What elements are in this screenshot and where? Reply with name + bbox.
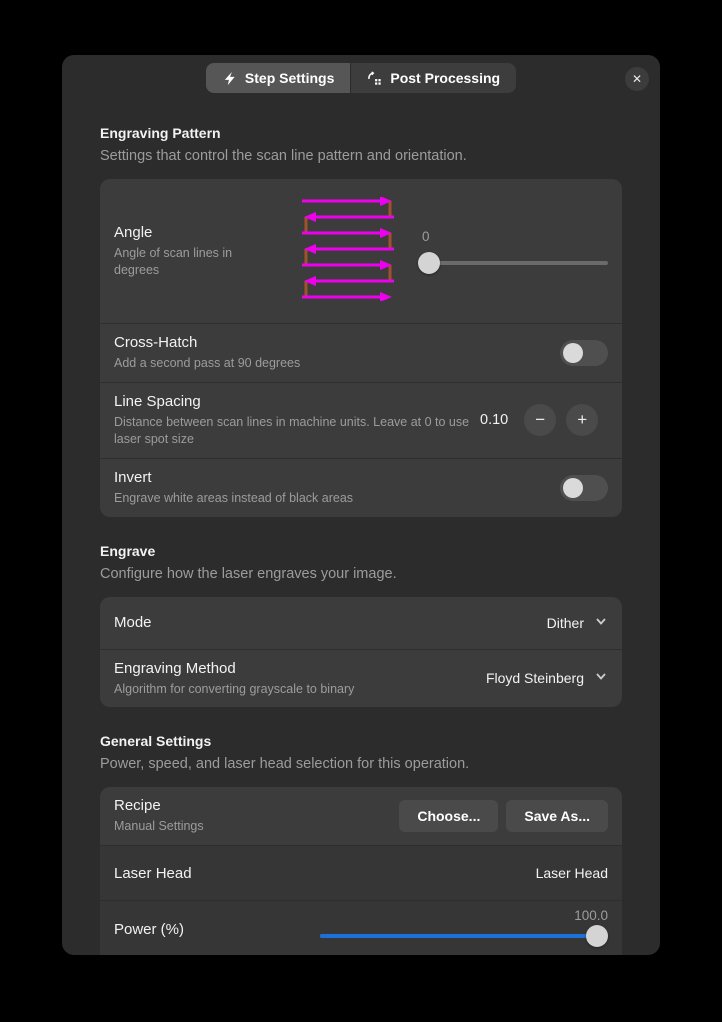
recipe-row: Recipe Manual Settings Choose... Save As… bbox=[100, 787, 622, 845]
engraving-method-value: Floyd Steinberg bbox=[486, 670, 584, 686]
step-settings-dialog: Step Settings Post Processing ✕ bbox=[62, 55, 660, 955]
recipe-choose-button[interactable]: Choose... bbox=[399, 800, 498, 832]
process-icon bbox=[367, 71, 382, 86]
scan-pattern-preview bbox=[300, 197, 396, 306]
engraving-pattern-title: Engraving Pattern bbox=[100, 125, 622, 141]
chevron-down-icon bbox=[594, 669, 608, 687]
angle-subtitle: Angle of scan lines in degrees bbox=[114, 245, 266, 279]
invert-toggle[interactable] bbox=[560, 475, 608, 501]
invert-subtitle: Engrave white areas instead of black are… bbox=[114, 490, 550, 507]
laser-head-row[interactable]: Laser Head Laser Head bbox=[100, 845, 622, 900]
flash-icon bbox=[222, 71, 237, 86]
cross-hatch-toggle[interactable] bbox=[560, 340, 608, 366]
laser-head-label: Laser Head bbox=[114, 865, 526, 882]
laser-head-value: Laser Head bbox=[536, 865, 608, 881]
engraving-pattern-group: Angle Angle of scan lines in degrees bbox=[100, 179, 622, 517]
invert-toggle-knob bbox=[563, 478, 583, 498]
power-label: Power (%) bbox=[114, 921, 310, 938]
engraving-method-subtitle: Algorithm for converting grayscale to bi… bbox=[114, 681, 476, 698]
engraving-method-label: Engraving Method bbox=[114, 660, 476, 677]
angle-value: 0 bbox=[422, 229, 608, 244]
power-slider[interactable] bbox=[320, 925, 608, 947]
engrave-title: Engrave bbox=[100, 543, 622, 559]
power-slider-fill bbox=[320, 934, 608, 938]
angle-label: Angle bbox=[114, 224, 266, 241]
line-spacing-increase-button[interactable]: + bbox=[566, 404, 598, 436]
engrave-group: Mode Dither Engraving Method Algorithm f… bbox=[100, 597, 622, 708]
tab-post-processing[interactable]: Post Processing bbox=[350, 63, 516, 93]
mode-value: Dither bbox=[547, 615, 584, 631]
chevron-down-icon bbox=[594, 614, 608, 632]
line-spacing-subtitle: Distance between scan lines in machine u… bbox=[114, 414, 470, 448]
general-settings-group: Recipe Manual Settings Choose... Save As… bbox=[100, 787, 622, 955]
recipe-label: Recipe bbox=[114, 797, 389, 814]
invert-row: Invert Engrave white areas instead of bl… bbox=[100, 458, 622, 517]
minus-icon: − bbox=[535, 410, 545, 430]
mode-dropdown[interactable]: Dither bbox=[547, 614, 608, 632]
tab-post-processing-label: Post Processing bbox=[390, 70, 500, 86]
engraving-method-row[interactable]: Engraving Method Algorithm for convertin… bbox=[100, 649, 622, 708]
tab-step-settings-label: Step Settings bbox=[245, 70, 334, 86]
line-spacing-decrease-button[interactable]: − bbox=[524, 404, 556, 436]
engraving-pattern-description: Settings that control the scan line patt… bbox=[100, 148, 622, 164]
mode-label: Mode bbox=[114, 614, 537, 631]
tab-group: Step Settings Post Processing bbox=[206, 63, 516, 93]
power-value: 100.0 bbox=[574, 908, 608, 923]
close-button[interactable]: ✕ bbox=[625, 67, 649, 91]
general-settings-description: Power, speed, and laser head selection f… bbox=[100, 756, 622, 772]
line-spacing-value[interactable]: 0.10 bbox=[480, 412, 508, 428]
recipe-subtitle: Manual Settings bbox=[114, 818, 389, 835]
general-settings-title: General Settings bbox=[100, 733, 622, 749]
line-spacing-row: Line Spacing Distance between scan lines… bbox=[100, 382, 622, 458]
line-spacing-label: Line Spacing bbox=[114, 393, 470, 410]
angle-slider-track[interactable] bbox=[418, 261, 608, 265]
close-icon: ✕ bbox=[632, 72, 642, 86]
cross-hatch-subtitle: Add a second pass at 90 degrees bbox=[114, 355, 550, 372]
angle-row: Angle Angle of scan lines in degrees bbox=[100, 179, 622, 323]
mode-row[interactable]: Mode Dither bbox=[100, 597, 622, 649]
cross-hatch-label: Cross-Hatch bbox=[114, 334, 550, 351]
engraving-method-dropdown[interactable]: Floyd Steinberg bbox=[486, 669, 608, 687]
angle-slider-handle[interactable] bbox=[418, 252, 440, 274]
invert-label: Invert bbox=[114, 469, 550, 486]
dialog-content: Engraving Pattern Settings that control … bbox=[62, 125, 660, 955]
plus-icon: + bbox=[577, 410, 587, 430]
power-slider-handle[interactable] bbox=[586, 925, 608, 947]
cross-hatch-toggle-knob bbox=[563, 343, 583, 363]
recipe-save-as-button[interactable]: Save As... bbox=[506, 800, 608, 832]
dialog-header: Step Settings Post Processing ✕ bbox=[62, 55, 660, 99]
angle-slider[interactable] bbox=[418, 252, 608, 274]
tab-step-settings[interactable]: Step Settings bbox=[206, 63, 350, 93]
power-row: Power (%) 100.0 bbox=[100, 900, 622, 955]
cross-hatch-row: Cross-Hatch Add a second pass at 90 degr… bbox=[100, 323, 622, 382]
engrave-description: Configure how the laser engraves your im… bbox=[100, 566, 622, 582]
